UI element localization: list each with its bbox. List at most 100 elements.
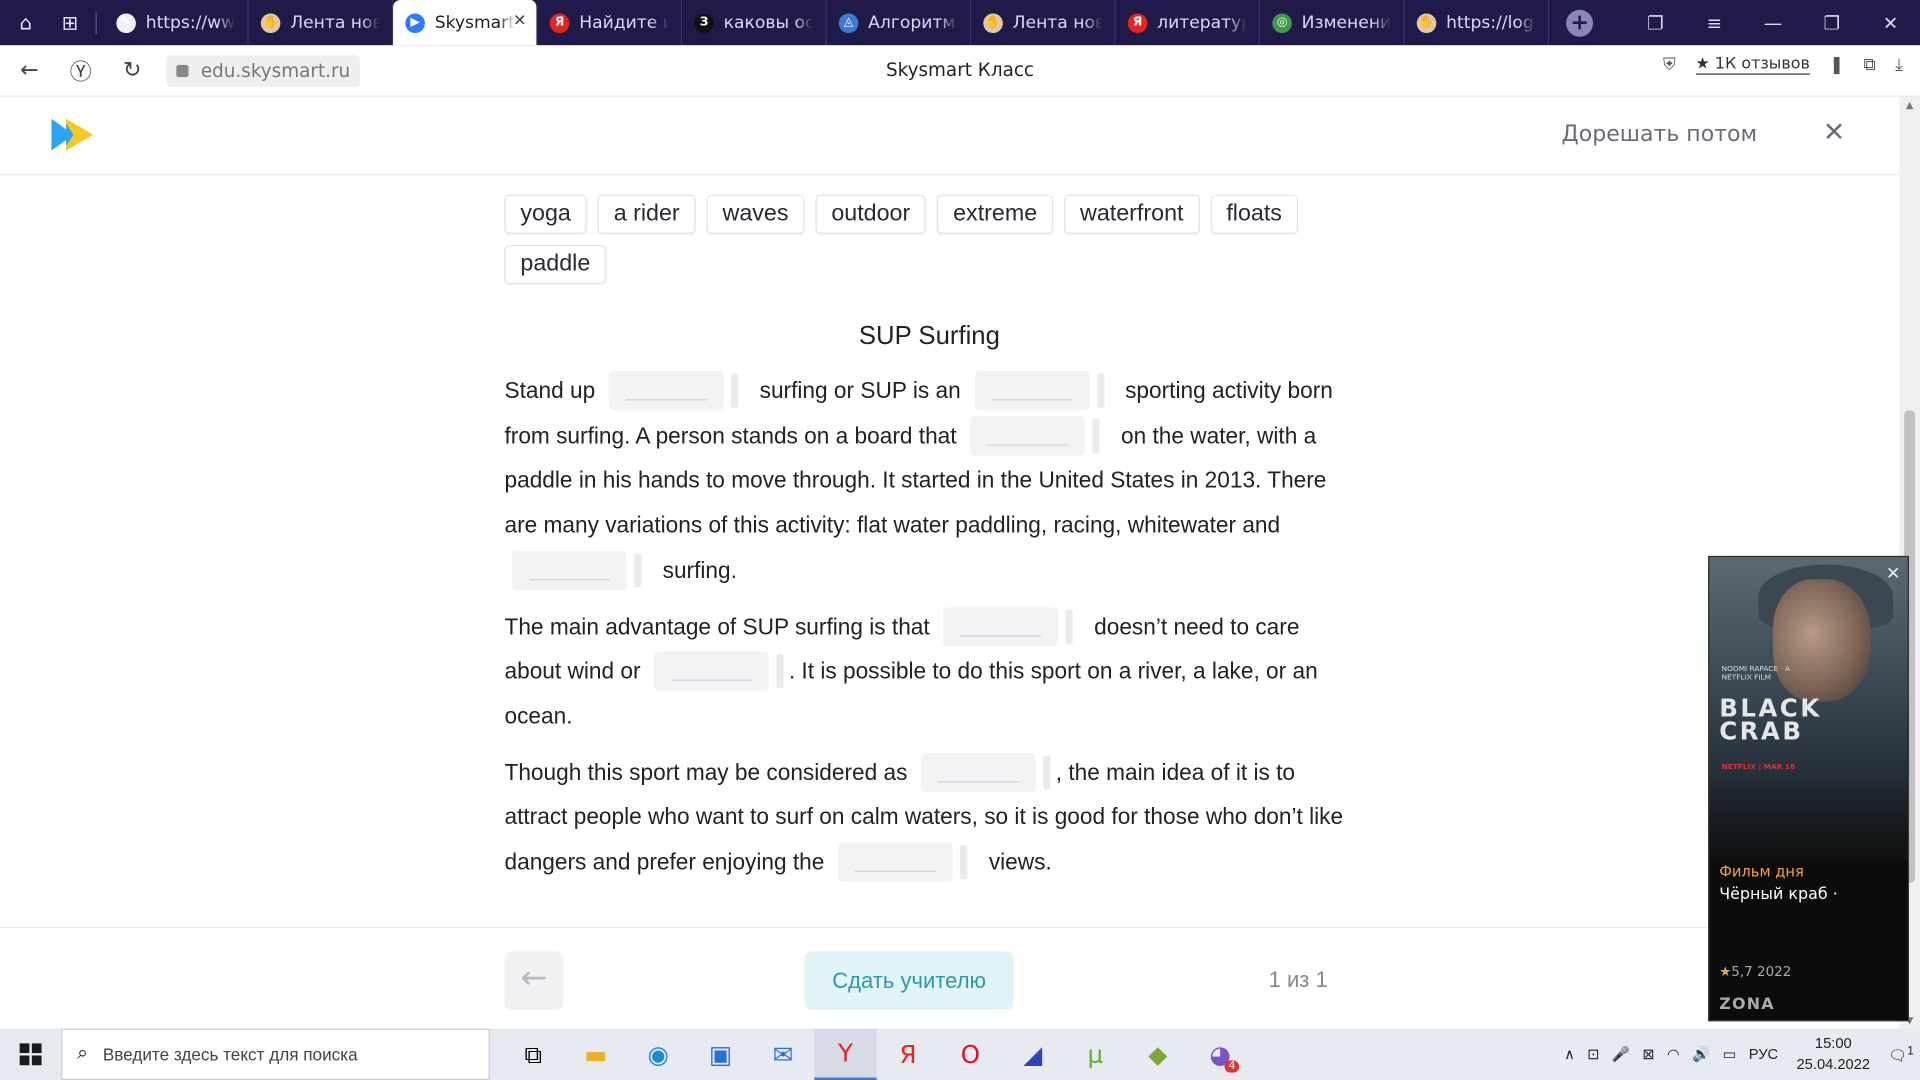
app-icon[interactable]: ◢ (1002, 1029, 1064, 1080)
previous-button[interactable]: ← (504, 951, 564, 1011)
tab-favicon-icon: ◬ (838, 12, 859, 33)
poster-credits: NOOMI RAPACE · A NETFLIX FILM (1721, 664, 1791, 683)
system-tray: ∧ ⊡ 🎤 ⊠ ◠ 🔊 ▭ РУС 15:00 25.04.2022 🗨1 (1558, 1029, 1920, 1080)
bookmark-icon[interactable]: ❚ (1829, 55, 1843, 75)
back-icon[interactable]: ← (7, 58, 51, 84)
browser-tab[interactable]: ✎ https://www (104, 0, 249, 46)
browser-tab[interactable]: ✋ Лента ново (971, 0, 1116, 46)
mail-icon[interactable]: ✉ (752, 1029, 814, 1080)
blank-2[interactable] (974, 371, 1090, 411)
new-tab-group-icon[interactable]: ⊞ (51, 4, 88, 41)
word-chip[interactable]: outdoor (815, 194, 927, 234)
tab-title: https://login (1446, 12, 1535, 33)
text: surfing or SUP is an (759, 377, 961, 403)
blank-handle (731, 373, 739, 408)
browser-tab[interactable]: Зкаковы осн (682, 0, 827, 46)
text: surfing. (662, 556, 737, 583)
text: The main advantage of SUP surfing is tha… (504, 612, 930, 639)
tab-favicon-icon: Я (1127, 12, 1148, 33)
word-chip[interactable]: waves (706, 194, 805, 234)
reload-icon[interactable]: ↻ (110, 58, 154, 84)
notifications-icon[interactable]: 🗨1 (1888, 1044, 1913, 1064)
exercise-content: yoga a rider waves outdoor extreme waterfront… (504, 194, 1361, 885)
bluestacks-icon[interactable]: ◆ (1127, 1029, 1189, 1080)
browser-tab[interactable]: ◎ Изменения (1260, 0, 1405, 46)
clock[interactable]: 15:00 25.04.2022 (1797, 1033, 1871, 1075)
browser-tab[interactable]: ▶ Skysmart ✕ (393, 0, 538, 46)
word-chip[interactable]: yoga (504, 194, 587, 234)
new-tab-button[interactable]: + (1566, 9, 1594, 37)
word-chip[interactable]: paddle (504, 244, 607, 285)
windows-logo-icon (19, 1043, 42, 1066)
blank-4[interactable] (511, 550, 627, 591)
file-explorer-icon[interactable]: ▬ (564, 1029, 626, 1080)
blank-7[interactable] (921, 752, 1037, 792)
home-tabs-icon[interactable]: ⌂ (7, 4, 44, 41)
viber-icon[interactable]: ◕ 4 (1189, 1029, 1251, 1080)
microphone-icon[interactable]: 🎤 (1612, 1046, 1630, 1063)
maximize-button[interactable]: ❐ (1802, 12, 1861, 34)
close-icon[interactable]: ✕ (1823, 118, 1846, 149)
yandex-browser-icon[interactable]: Y (814, 1028, 877, 1080)
browser-tab[interactable]: Я Найдите ин (538, 0, 683, 46)
chevron-up-icon[interactable]: ∧ (1564, 1046, 1575, 1063)
tab-favicon-icon: ✋ (1416, 12, 1437, 33)
taskbar-search[interactable]: ⌕ Введите здесь текст для поиска (61, 1028, 490, 1080)
menu-icon[interactable]: ≡ (1685, 12, 1744, 34)
close-tab-icon[interactable]: ✕ (513, 12, 526, 30)
blank-3[interactable] (970, 416, 1086, 456)
word-chip[interactable]: floats (1210, 194, 1298, 234)
tab-favicon-icon: ▶ (405, 12, 425, 33)
windows-start-button[interactable] (0, 1029, 61, 1080)
submit-to-teacher-button[interactable]: Сдать учителю (804, 951, 1014, 1011)
tab-favicon-icon: ◎ (1272, 12, 1292, 33)
battery-icon[interactable]: ▭ (1723, 1046, 1737, 1063)
video-ad[interactable]: NOOMI RAPACE · A NETFLIX FILM BLACK CRAB… (1708, 555, 1909, 1022)
year: 2022 (1757, 963, 1792, 980)
tab-title: Skysmart (434, 12, 515, 33)
scroll-up-icon[interactable]: ▲ (1899, 99, 1920, 110)
word-chip[interactable]: a rider (597, 194, 696, 234)
reviews-link[interactable]: ★ 1К отзывов (1695, 55, 1810, 75)
opera-icon[interactable]: O (939, 1029, 1001, 1080)
yandex-icon[interactable]: Я (877, 1029, 939, 1080)
collections-icon[interactable]: ❐ (1626, 12, 1685, 34)
exercise-heading: SUP Surfing (858, 322, 1000, 351)
tab-title: Лента ново (290, 12, 379, 33)
protect-icon[interactable]: ⛨ (1663, 55, 1676, 75)
blank-5[interactable] (943, 606, 1059, 647)
close-ad-icon[interactable]: ✕ (1886, 564, 1900, 584)
blank-1[interactable] (608, 371, 724, 411)
language-indicator[interactable]: РУС (1749, 1046, 1778, 1063)
yandex-icon[interactable]: Ⓨ (59, 54, 103, 86)
movie-poster[interactable]: NOOMI RAPACE · A NETFLIX FILM BLACK CRAB… (1709, 557, 1908, 859)
word-chip[interactable]: extreme (937, 194, 1054, 234)
browser-tab[interactable]: ✋ Лента ново (249, 0, 394, 46)
lock-icon (176, 64, 189, 77)
blank-handle (960, 845, 968, 880)
minimize-button[interactable]: — (1744, 12, 1803, 34)
url-field[interactable]: edu.skysmart.ru (166, 54, 360, 87)
utorrent-icon[interactable]: µ (1064, 1029, 1126, 1080)
blank-6[interactable] (654, 651, 770, 692)
device-icon[interactable]: ⊡ (1587, 1046, 1599, 1063)
browser-tab[interactable]: ◬ Алгоритмы (827, 0, 972, 46)
solve-later-button[interactable]: Дорешать потом (1562, 121, 1758, 147)
browser-tab[interactable]: Ялитература (1116, 0, 1261, 46)
store-icon[interactable]: ▣ (689, 1029, 751, 1080)
download-icon[interactable]: ⤓ (1895, 55, 1903, 75)
close-window-button[interactable]: ✕ (1861, 12, 1920, 34)
share-icon[interactable]: ⧉ (1863, 55, 1875, 75)
volume-icon[interactable]: 🔊 (1692, 1046, 1710, 1063)
skysmart-logo-icon[interactable] (51, 118, 95, 151)
wifi-icon[interactable]: ◠ (1667, 1046, 1680, 1063)
blank-8[interactable] (838, 842, 954, 882)
ad-title[interactable]: Чёрный краб · (1719, 885, 1838, 903)
time: 15:00 (1814, 1034, 1852, 1052)
cast-icon[interactable]: ⊠ (1642, 1046, 1654, 1063)
browser-tab[interactable]: ✋ https://login (1405, 0, 1549, 46)
edge-icon[interactable]: ◉ (627, 1029, 689, 1080)
word-chip[interactable]: waterfront (1064, 194, 1200, 234)
poster-bottom (1709, 772, 1908, 859)
task-view-icon[interactable]: ⧉ (502, 1029, 564, 1080)
